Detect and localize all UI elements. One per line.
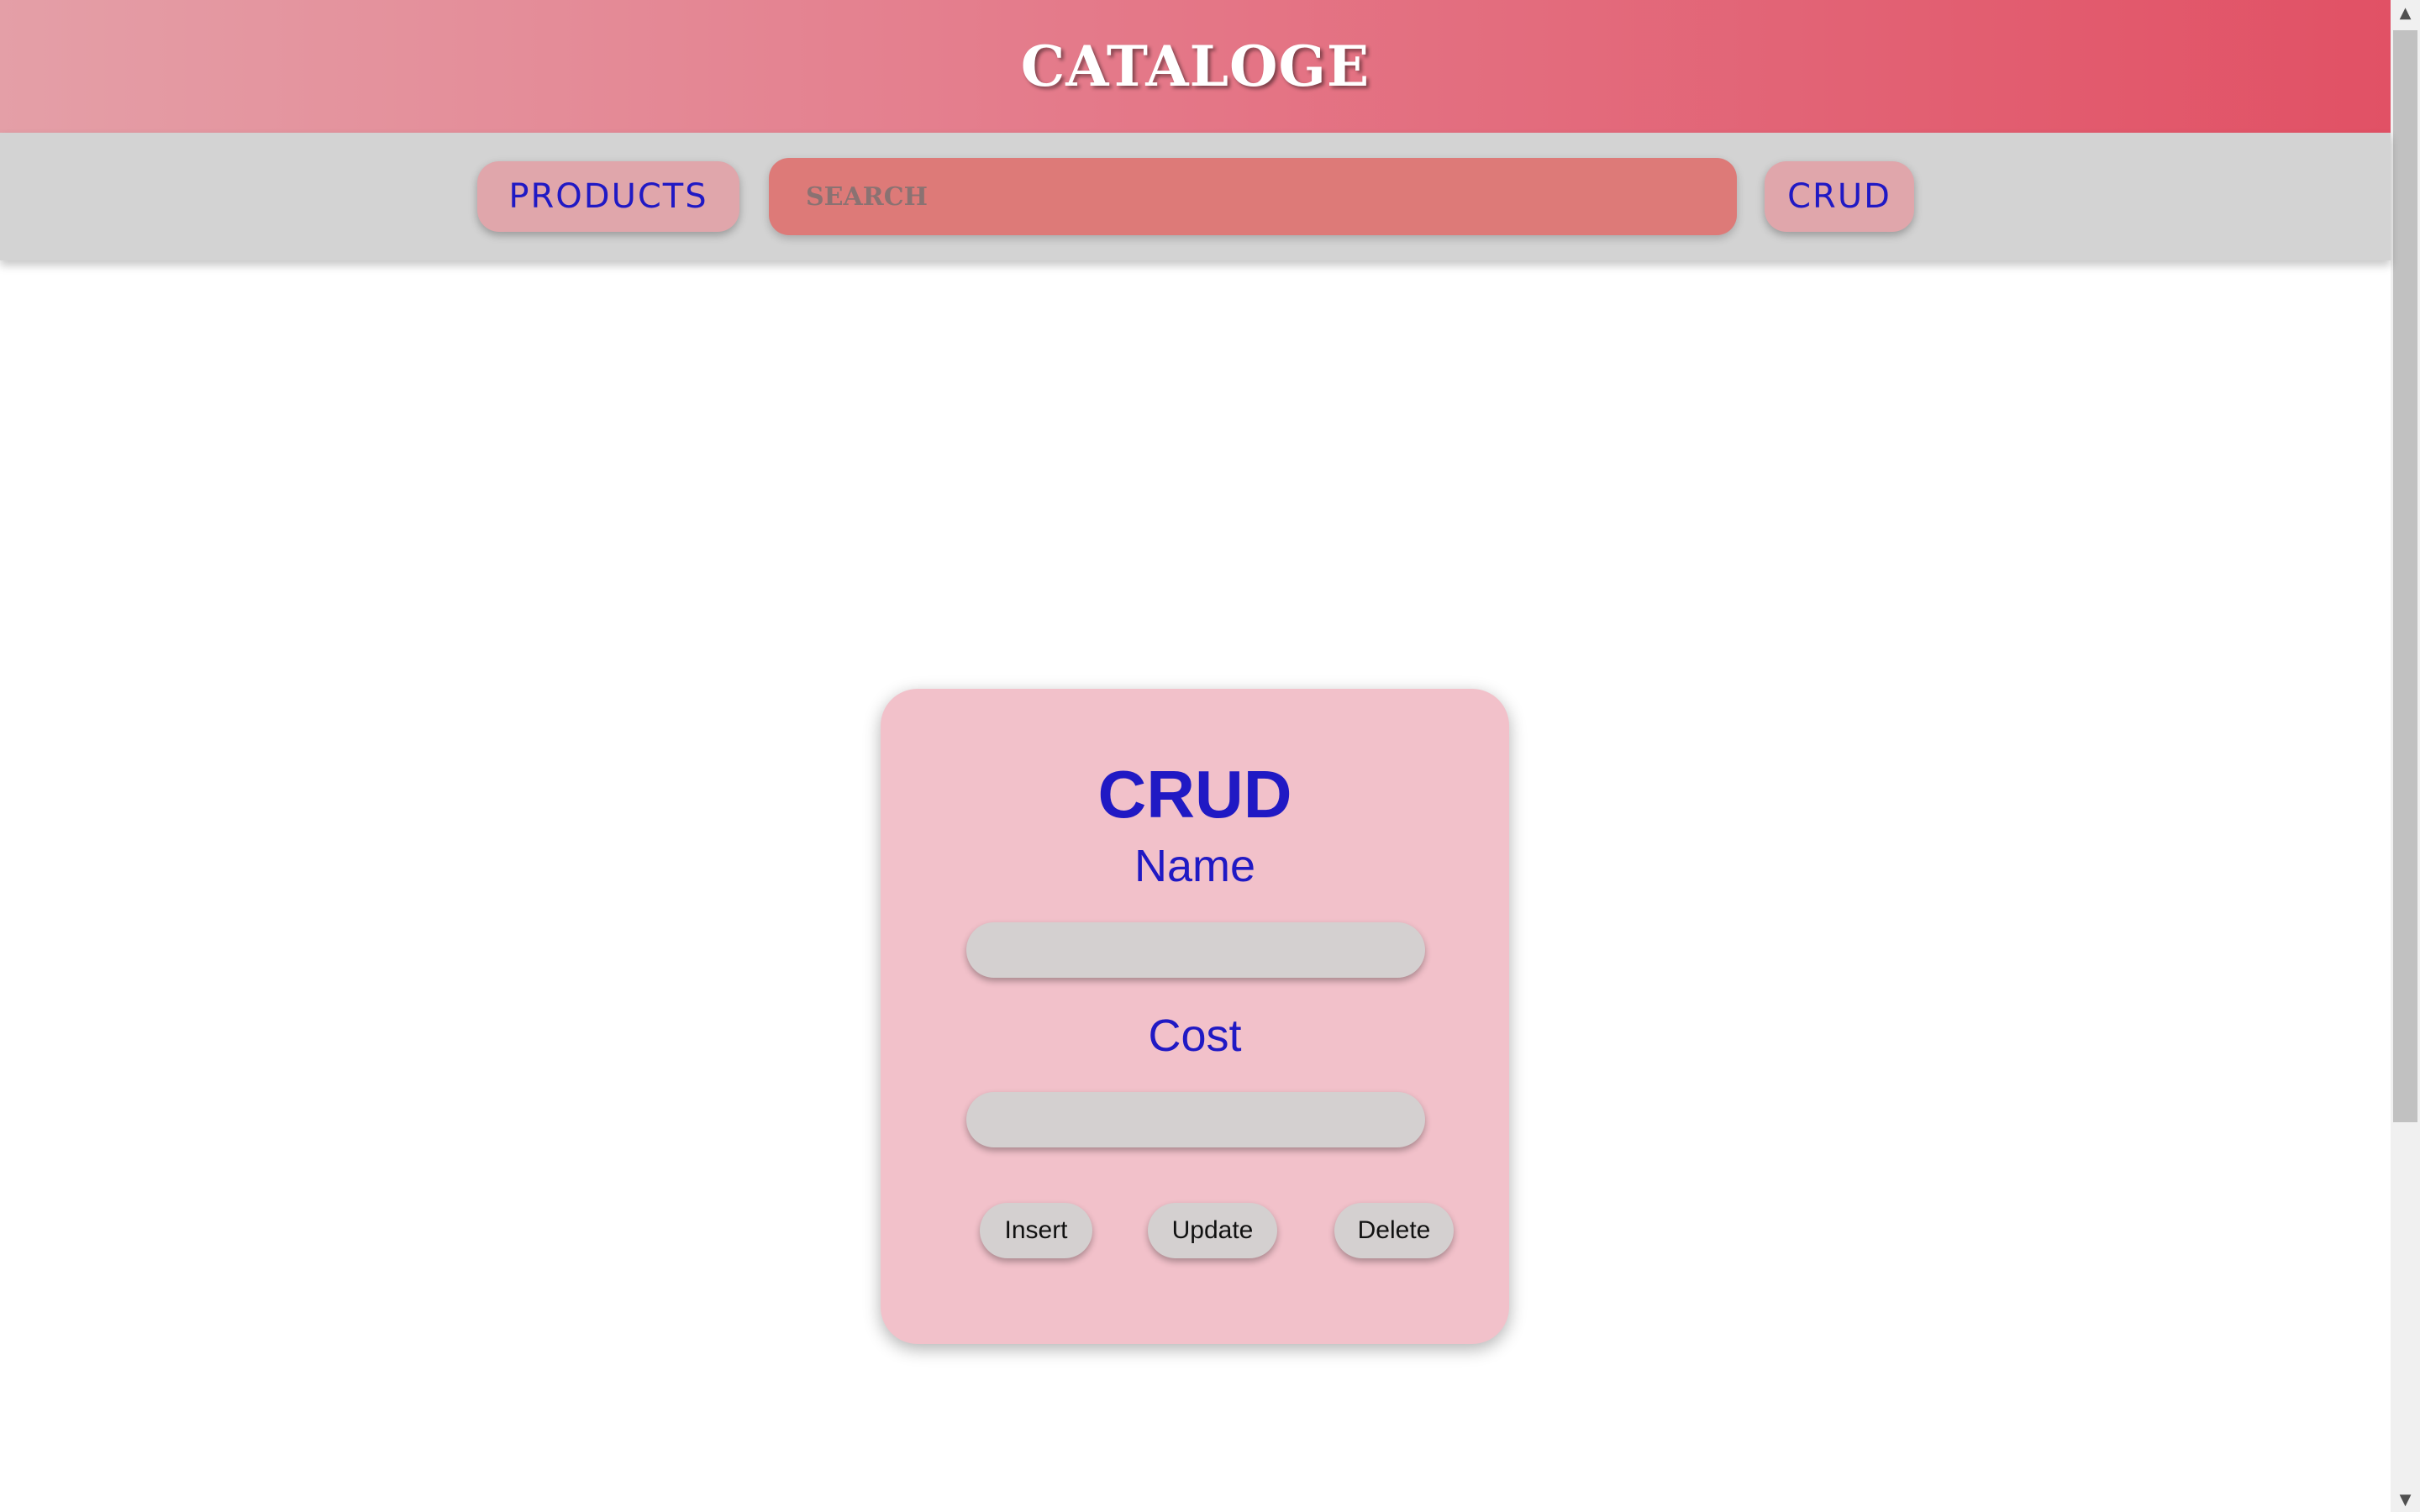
- cost-label: Cost: [1148, 1011, 1242, 1061]
- products-button[interactable]: PRODUCTS: [477, 161, 739, 232]
- vertical-scrollbar[interactable]: ▲ ▼: [2391, 0, 2420, 1512]
- cost-field[interactable]: [966, 1092, 1425, 1147]
- search-input[interactable]: [769, 158, 1737, 235]
- insert-button[interactable]: Insert: [980, 1203, 1092, 1258]
- scroll-up-icon[interactable]: ▲: [2391, 0, 2420, 25]
- delete-button[interactable]: Delete: [1334, 1203, 1454, 1258]
- form-title: CRUD: [1097, 757, 1292, 832]
- update-button[interactable]: Update: [1148, 1203, 1277, 1258]
- name-label: Name: [1134, 841, 1256, 891]
- name-field[interactable]: [966, 922, 1425, 978]
- scroll-down-icon[interactable]: ▼: [2391, 1487, 2420, 1512]
- navbar: PRODUCTS CRUD: [0, 133, 2391, 260]
- page-header: CATALOGE: [0, 0, 2391, 133]
- brand-logo: CATALOGE: [1020, 34, 1370, 99]
- crud-form-card: CRUD Name Cost Insert Update Delete: [881, 689, 1509, 1344]
- crud-button[interactable]: CRUD: [1765, 161, 1914, 232]
- scroll-thumb[interactable]: [2393, 30, 2417, 1122]
